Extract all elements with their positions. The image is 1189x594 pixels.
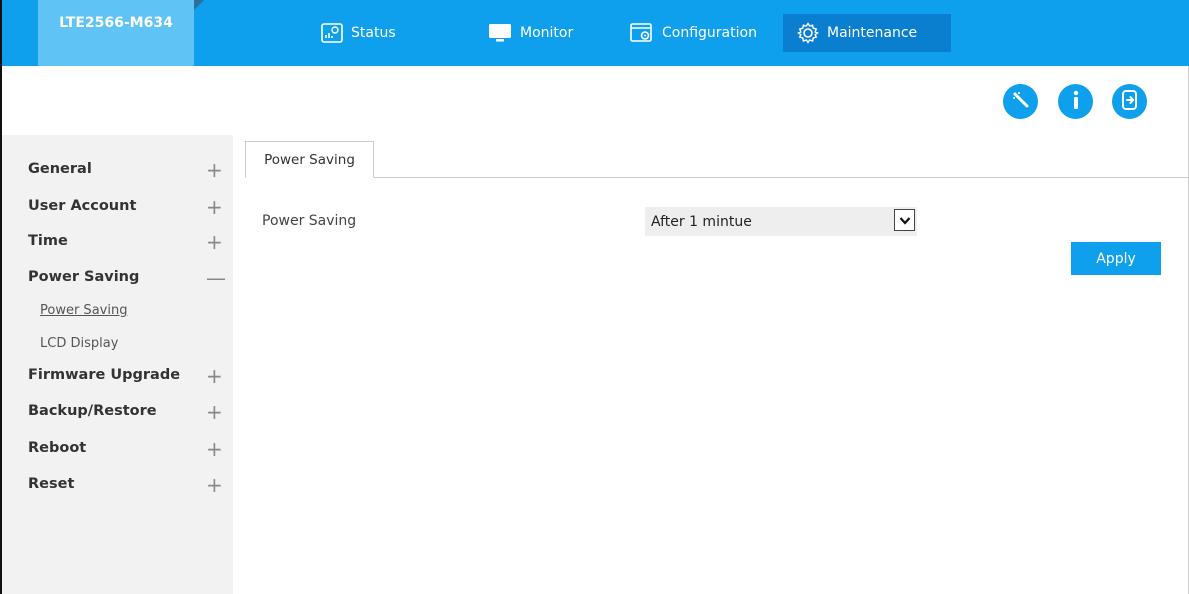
info-icon (1066, 89, 1086, 115)
sidebar-item-power-saving[interactable]: Power Saving — (28, 266, 228, 290)
nav-configuration[interactable]: Configuration (616, 14, 771, 52)
sidebar: General + User Account + Time + Power Sa… (2, 135, 233, 594)
expand-icon[interactable]: + (206, 158, 223, 182)
nav-label: Monitor (520, 25, 574, 41)
wizard-button[interactable] (1003, 84, 1038, 119)
power-saving-select[interactable]: After 1 mintue (645, 207, 917, 236)
chevron-down-icon[interactable] (894, 209, 915, 231)
sidebar-item-label: Reset (28, 476, 75, 492)
nav-label: Maintenance (827, 25, 918, 41)
brand-corner-decoration (194, 0, 204, 10)
sidebar-item-label: Power Saving (28, 269, 140, 285)
collapse-icon[interactable]: — (206, 266, 226, 290)
brand-logo: LTE2566-M634 (38, 0, 194, 66)
tab-divider (374, 177, 1189, 178)
sidebar-item-time[interactable]: Time + (28, 230, 228, 254)
gear-icon (797, 22, 819, 44)
sidebar-subitem-lcd-display[interactable]: LCD Display (40, 336, 118, 351)
nav-label: Status (351, 25, 396, 41)
nav-label: Configuration (662, 25, 757, 41)
logout-button[interactable] (1112, 84, 1147, 119)
nav-status[interactable]: Status (307, 14, 410, 52)
sidebar-item-label: Backup/Restore (28, 403, 157, 419)
sidebar-item-label: Firmware Upgrade (28, 367, 181, 383)
tab-label: Power Saving (264, 151, 355, 168)
apply-label: Apply (1096, 250, 1136, 267)
select-value: After 1 mintue (651, 213, 752, 230)
brand-label: LTE2566-M634 (59, 15, 173, 31)
status-icon (321, 23, 343, 43)
sidebar-item-reboot[interactable]: Reboot + (28, 437, 228, 461)
expand-icon[interactable]: + (206, 473, 223, 497)
sidebar-item-label: User Account (28, 198, 137, 214)
sidebar-subitem-power-saving[interactable]: Power Saving (40, 303, 127, 318)
info-button[interactable] (1058, 84, 1093, 119)
expand-icon[interactable]: + (206, 230, 223, 254)
sidebar-item-label: Time (28, 233, 68, 249)
tab-power-saving[interactable]: Power Saving (245, 141, 374, 178)
wizard-icon (1011, 90, 1031, 114)
nav-maintenance[interactable]: Maintenance (783, 14, 951, 52)
expand-icon[interactable]: + (206, 437, 223, 461)
sidebar-item-user-account[interactable]: User Account + (28, 195, 228, 219)
logout-icon (1120, 89, 1140, 115)
monitor-icon (488, 23, 512, 43)
sidebar-item-reset[interactable]: Reset + (28, 473, 228, 497)
sidebar-item-firmware-upgrade[interactable]: Firmware Upgrade + (28, 364, 228, 388)
power-saving-label: Power Saving (262, 213, 357, 229)
sidebar-item-label: General (28, 161, 92, 177)
sidebar-item-general[interactable]: General + (28, 158, 228, 182)
expand-icon[interactable]: + (206, 195, 223, 219)
nav-monitor[interactable]: Monitor (474, 14, 587, 52)
top-bar: LTE2566-M634 Status Monitor Configuratio… (2, 0, 1189, 66)
configuration-icon (630, 23, 654, 43)
expand-icon[interactable]: + (206, 364, 223, 388)
sidebar-item-backup-restore[interactable]: Backup/Restore + (28, 400, 228, 424)
sidebar-item-label: Reboot (28, 440, 87, 456)
apply-button[interactable]: Apply (1071, 242, 1161, 275)
expand-icon[interactable]: + (206, 400, 223, 424)
